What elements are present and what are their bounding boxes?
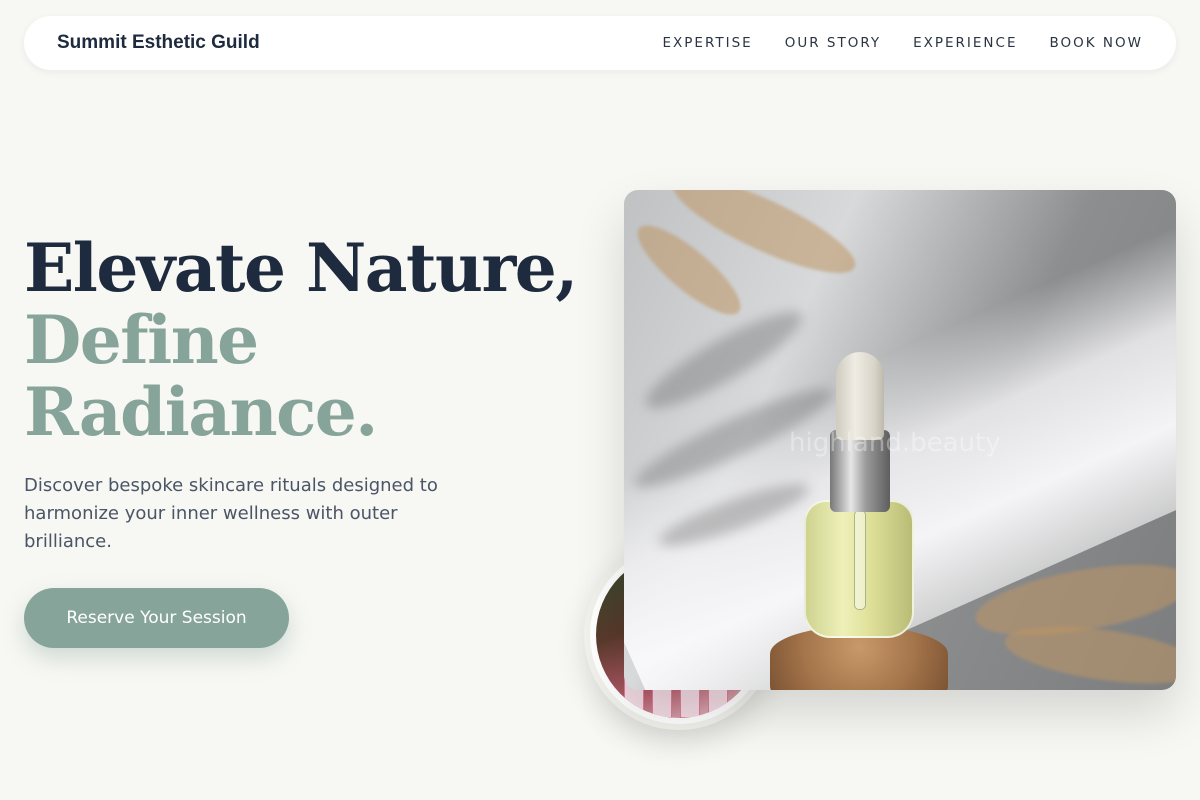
hero-title-line-3: Radiance.: [24, 373, 378, 451]
hero-title-line-2: Define: [24, 301, 259, 379]
reserve-session-button[interactable]: Reserve Your Session: [24, 588, 289, 648]
hero-title: Elevate Nature, Define Radiance.: [24, 232, 584, 448]
top-navbar: Summit Esthetic Guild EXPERTISE OUR STOR…: [24, 16, 1176, 70]
nav-link-experience[interactable]: EXPERIENCE: [913, 35, 1017, 51]
hero-title-line-1: Elevate Nature,: [24, 229, 578, 307]
nav-links: EXPERTISE OUR STORY EXPERIENCE BOOK NOW: [663, 35, 1143, 51]
hero-subtitle: Discover bespoke skincare rituals design…: [24, 475, 438, 552]
image-watermark: highland.beauty: [789, 428, 1001, 458]
dropper-bulb: [836, 352, 884, 440]
dropper-pipette: [854, 510, 866, 610]
nav-link-expertise[interactable]: EXPERTISE: [663, 35, 753, 51]
hero-product-image: highland.beauty: [624, 190, 1176, 690]
nav-link-our-story[interactable]: OUR STORY: [785, 35, 881, 51]
brand-logo-text[interactable]: Summit Esthetic Guild: [57, 32, 260, 54]
nav-link-book-now[interactable]: BOOK NOW: [1050, 35, 1144, 51]
